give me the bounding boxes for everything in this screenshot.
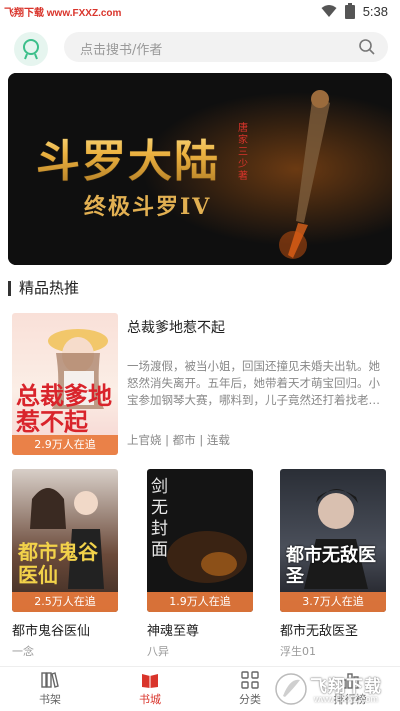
book-cover-title: 都市鬼谷医仙 bbox=[18, 540, 98, 587]
cover-illustration bbox=[304, 489, 368, 589]
tab-label: 书城 bbox=[139, 693, 161, 706]
tab-label: 书架 bbox=[39, 693, 61, 706]
follow-count-badge: 1.9万人在追 bbox=[147, 592, 253, 612]
status-bar: 飞翔下载 www.FXXZ.com 5:38 bbox=[0, 0, 400, 24]
book-title[interactable]: 神魂至尊 bbox=[147, 620, 253, 639]
follow-count-badge: 2.5万人在追 bbox=[12, 592, 118, 612]
watermark-logo: 飞翔下载 www.FXXZ.com bbox=[274, 669, 394, 709]
wifi-icon bbox=[321, 5, 337, 17]
book-card[interactable]: 剑无封面 1.9万人在追 神魂至尊 八异 bbox=[147, 469, 253, 659]
category-icon bbox=[241, 671, 259, 689]
battery-icon bbox=[344, 3, 355, 19]
featured-book-title[interactable]: 总裁爹地惹不起 bbox=[127, 317, 225, 337]
follow-count-badge: 2.9万人在追 bbox=[12, 435, 118, 455]
section-title: 精品热推 bbox=[8, 281, 79, 296]
user-icon bbox=[23, 39, 39, 60]
book-cover[interactable]: 都市无敌医圣 3.7万人在追 bbox=[280, 469, 386, 612]
featured-book-meta: 上官娆 | 都市 | 连载 bbox=[127, 433, 230, 447]
featured-book-description: 一场渡假，被当小姐，回国还撞见未婚夫出轨。她怒然消失离开。五年后，她带着天才萌宝… bbox=[127, 359, 380, 407]
follow-count-badge: 3.7万人在追 bbox=[280, 592, 386, 612]
avatar[interactable] bbox=[14, 32, 48, 66]
bookstore-icon bbox=[142, 674, 158, 688]
tab-label: 分类 bbox=[239, 693, 261, 706]
banner-title: 斗罗大陆 bbox=[36, 125, 220, 189]
clock: 5:38 bbox=[362, 3, 388, 19]
book-cover-title: 都市无敌医圣 bbox=[286, 545, 376, 587]
book-title[interactable]: 都市鬼谷医仙 bbox=[12, 620, 118, 639]
search-input[interactable]: 点击搜书/作者 bbox=[64, 32, 388, 62]
search-placeholder: 点击搜书/作者 bbox=[80, 43, 163, 58]
featured-book-cover[interactable]: 总裁爹地惹不起 2.9万人在追 bbox=[12, 313, 118, 455]
search-row: 点击搜书/作者 bbox=[0, 24, 400, 70]
watermark-text: 飞翔下载 www.FXXZ.com bbox=[4, 8, 122, 19]
book-cover[interactable]: 剑无封面 1.9万人在追 bbox=[147, 469, 253, 612]
book-author: 一念 bbox=[12, 645, 34, 658]
book-card[interactable]: 都市鬼谷医仙 2.5万人在追 都市鬼谷医仙 一念 bbox=[12, 469, 118, 659]
banner-author: 唐家三少著 bbox=[238, 123, 248, 182]
bookshelf-icon bbox=[41, 672, 59, 688]
search-icon[interactable] bbox=[358, 38, 376, 56]
book-card[interactable]: 都市无敌医圣 3.7万人在追 都市无敌医圣 浮生01 bbox=[280, 469, 386, 659]
book-cover-title: 剑无封面 bbox=[151, 477, 168, 560]
banner[interactable]: 斗罗大陆 终极斗罗IV 唐家三少著 bbox=[8, 73, 392, 265]
tab-bookstore[interactable]: 书城 bbox=[100, 667, 200, 711]
banner-subtitle: 终极斗罗IV bbox=[84, 194, 212, 220]
featured-cover-title: 总裁爹地惹不起 bbox=[16, 381, 112, 436]
feather-icon bbox=[275, 673, 307, 705]
status-icons: 5:38 bbox=[321, 3, 388, 19]
book-author: 八异 bbox=[147, 645, 169, 658]
book-cover[interactable]: 都市鬼谷医仙 2.5万人在追 bbox=[12, 469, 118, 612]
book-title[interactable]: 都市无敌医圣 bbox=[280, 620, 386, 639]
tab-bookshelf[interactable]: 书架 bbox=[0, 667, 100, 711]
watermark-logo-url: www.FXXZ.com bbox=[314, 694, 379, 704]
book-author: 浮生01 bbox=[280, 645, 316, 658]
